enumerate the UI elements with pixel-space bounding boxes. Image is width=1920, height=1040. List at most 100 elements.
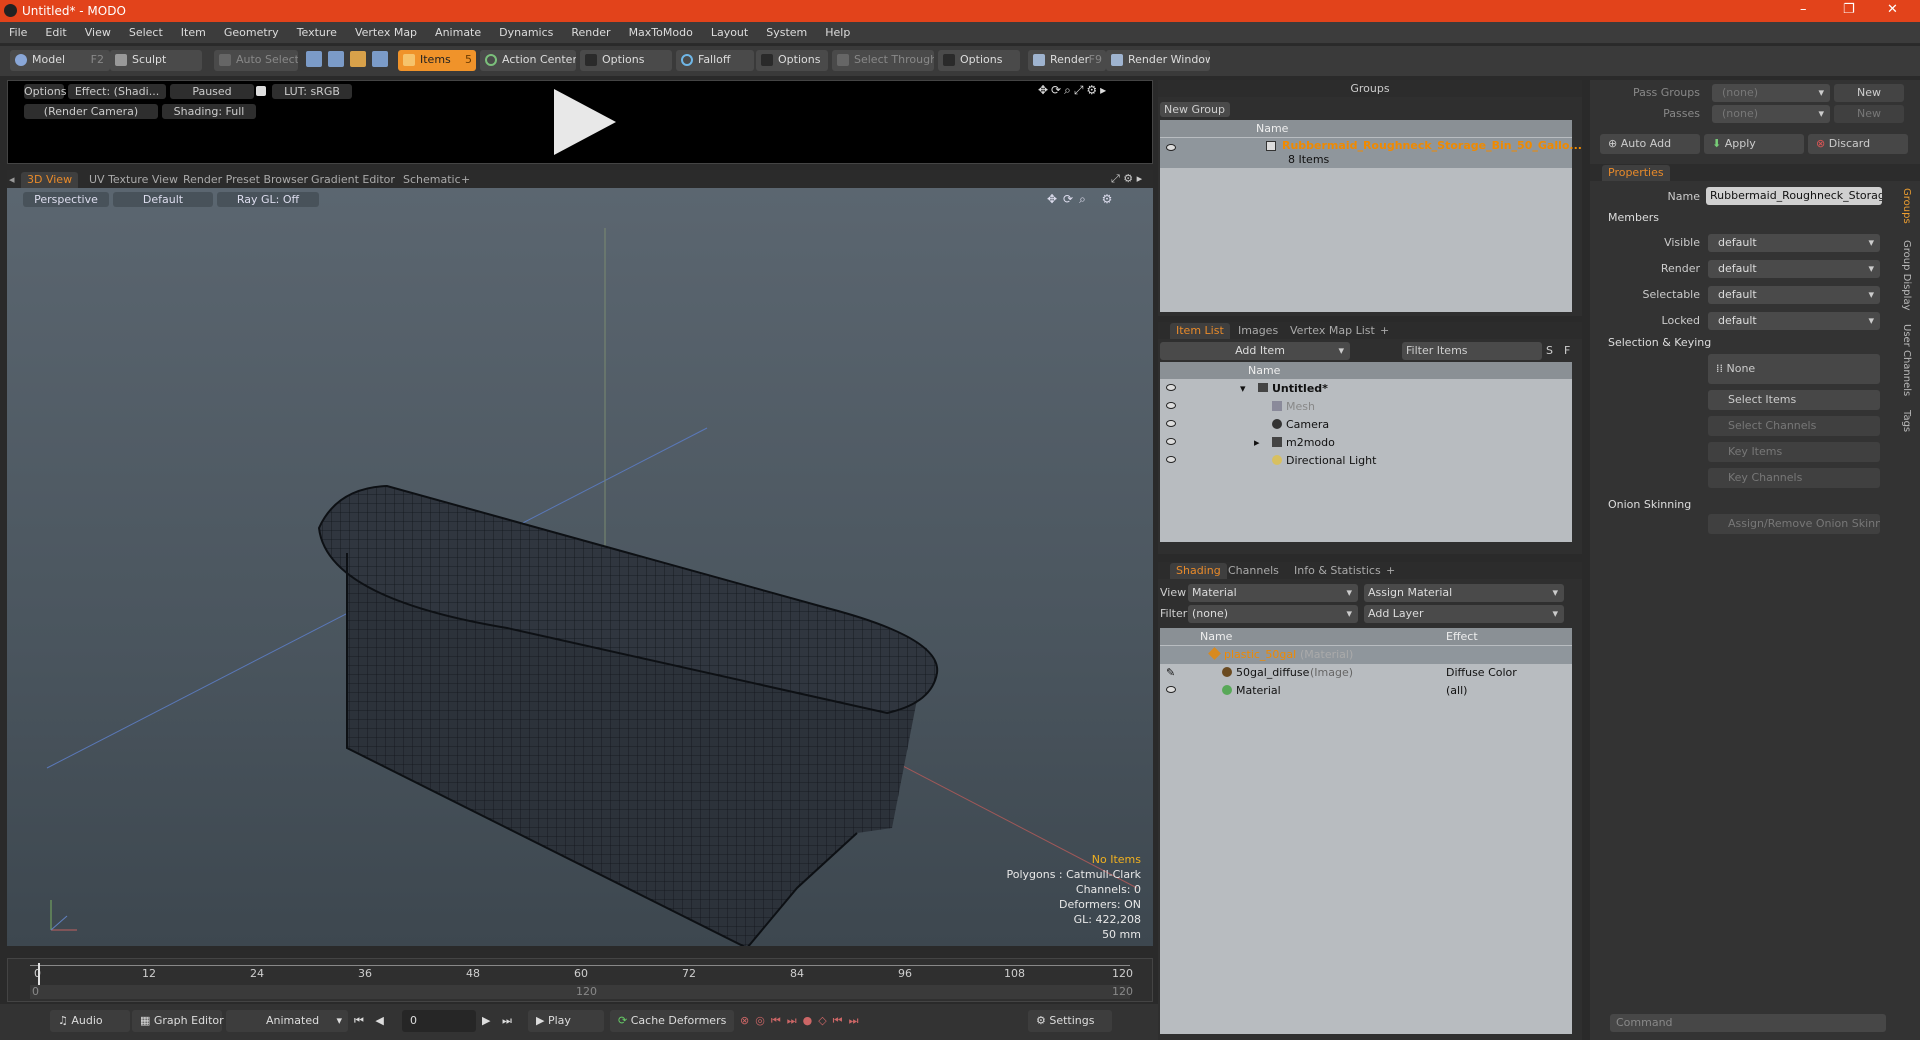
- visibility-icon[interactable]: [1166, 420, 1176, 427]
- item-tree[interactable]: Name ▾ Untitled* Mesh Camera ▸ m2modo Dire…: [1160, 362, 1572, 542]
- tab-uv-texture-view[interactable]: UV Texture View: [83, 172, 184, 188]
- select-items-button[interactable]: Select Items: [1708, 390, 1880, 410]
- side-tab-groups[interactable]: Groups: [1898, 188, 1912, 224]
- menu-select[interactable]: Select: [120, 22, 172, 44]
- item-row-group[interactable]: ▸ m2modo: [1160, 434, 1572, 452]
- 3d-viewport[interactable]: Perspective Default Ray GL: Off ✥⟳⌕ ⚙ No…: [7, 188, 1153, 946]
- key-items-button[interactable]: Key Items: [1708, 442, 1880, 462]
- polygons-mode-icon[interactable]: [350, 51, 366, 67]
- falloff-button[interactable]: Falloff: [676, 50, 754, 71]
- key-record-icons[interactable]: ⊗◎⏮⏭●◇⏮⏭: [740, 1014, 864, 1028]
- transport-next-icons[interactable]: ▶ ⏭: [482, 1014, 516, 1028]
- tab-images[interactable]: Images: [1232, 323, 1284, 339]
- group-row[interactable]: Rubbermaid_Roughneck_Storage_Bin_50_Gall…: [1160, 138, 1582, 168]
- add-tab-button[interactable]: +: [455, 172, 476, 188]
- audio-button[interactable]: ♫ Audio: [50, 1010, 130, 1032]
- item-row-mesh[interactable]: Mesh: [1160, 398, 1572, 416]
- locked-dropdown[interactable]: default: [1708, 312, 1880, 330]
- add-item-dropdown[interactable]: Add Item: [1160, 342, 1350, 360]
- effect-dropdown[interactable]: (all): [1446, 684, 1467, 697]
- new-group-button[interactable]: New Group: [1160, 102, 1230, 117]
- shader-row-material[interactable]: Material (all): [1160, 682, 1572, 700]
- filter-s-button[interactable]: S: [1546, 344, 1553, 357]
- tab-shading[interactable]: Shading: [1170, 563, 1227, 579]
- tab-info-statistics[interactable]: Info & Statistics: [1288, 563, 1387, 579]
- auto-select-button[interactable]: Auto Select: [214, 50, 298, 71]
- animated-dropdown[interactable]: Animated ▾: [226, 1010, 348, 1032]
- range-bar[interactable]: 0 120 120: [30, 985, 1133, 999]
- key-channels-button[interactable]: Key Channels: [1708, 468, 1880, 488]
- menu-view[interactable]: View: [76, 22, 120, 44]
- filter-dropdown[interactable]: (none): [1188, 605, 1358, 623]
- item-row-camera[interactable]: Camera: [1160, 416, 1572, 434]
- pass-groups-dropdown[interactable]: (none): [1712, 84, 1830, 102]
- frame-field[interactable]: 0: [402, 1010, 476, 1032]
- maximize-button[interactable]: ❐: [1843, 2, 1855, 17]
- side-tab-user-channels[interactable]: User Channels: [1898, 324, 1912, 396]
- new-pass-group-button[interactable]: New: [1834, 84, 1904, 102]
- item-row-scene[interactable]: ▾ Untitled*: [1160, 380, 1572, 398]
- side-tab-tags[interactable]: Tags: [1898, 410, 1912, 432]
- menu-help[interactable]: Help: [816, 22, 859, 44]
- menu-file[interactable]: File: [0, 22, 36, 44]
- selectable-dropdown[interactable]: default: [1708, 286, 1880, 304]
- expand-icon[interactable]: ⤢ ⚙ ▸: [1111, 172, 1142, 186]
- menu-texture[interactable]: Texture: [288, 22, 346, 44]
- sculpt-mode-button[interactable]: Sculpt: [110, 50, 202, 71]
- visibility-icon[interactable]: [1166, 686, 1176, 693]
- falloff-options-button[interactable]: Options: [756, 50, 828, 71]
- tab-item-list[interactable]: Item List: [1170, 323, 1230, 339]
- action-center-button[interactable]: Action Center: [480, 50, 576, 71]
- graph-editor-button[interactable]: ▦ Graph Editor: [132, 1010, 224, 1032]
- members-section[interactable]: Members: [1608, 211, 1659, 224]
- expand-arrow-icon[interactable]: ▸: [1254, 436, 1260, 449]
- visibility-icon[interactable]: [1166, 384, 1176, 391]
- timeline[interactable]: 0 12 24 36 48 60 72 84 96 108 120 0 120 …: [7, 958, 1153, 1002]
- menu-system[interactable]: System: [757, 22, 816, 44]
- name-field[interactable]: Rubbermaid_Roughneck_Storage_B: [1706, 187, 1882, 205]
- preview-options-button[interactable]: Options: [24, 84, 66, 99]
- play-icon[interactable]: [546, 85, 620, 159]
- menu-animate[interactable]: Animate: [426, 22, 490, 44]
- command-input[interactable]: Command: [1610, 1014, 1886, 1032]
- render-window-button[interactable]: Render Window: [1106, 50, 1210, 71]
- menu-item[interactable]: Item: [172, 22, 215, 44]
- preview-lut-dropdown[interactable]: LUT: sRGB: [272, 84, 352, 99]
- menu-maxtomodo[interactable]: MaxToModo: [620, 22, 702, 44]
- menu-edit[interactable]: Edit: [36, 22, 75, 44]
- menu-layout[interactable]: Layout: [702, 22, 757, 44]
- preview-shading-dropdown[interactable]: Shading: Full: [162, 104, 256, 119]
- materials-mode-icon[interactable]: [372, 51, 388, 67]
- preview-effect-dropdown[interactable]: Effect: (Shadi...: [68, 84, 166, 99]
- vertices-mode-icon[interactable]: [306, 51, 322, 67]
- visibility-icon[interactable]: [1166, 438, 1176, 445]
- selection-keying-section[interactable]: Selection & Keying: [1608, 336, 1711, 349]
- preview-camera-dropdown[interactable]: (Render Camera): [24, 104, 158, 119]
- assign-material-dropdown[interactable]: Assign Material: [1364, 584, 1564, 602]
- lock-icon[interactable]: [256, 86, 266, 96]
- discard-button[interactable]: ⊗ Discard: [1808, 134, 1908, 154]
- filter-f-button[interactable]: F: [1564, 344, 1570, 357]
- render-button[interactable]: Render F9: [1028, 50, 1106, 71]
- groups-list[interactable]: Name Rubbermaid_Roughneck_Storage_Bin_50…: [1160, 120, 1582, 312]
- tab-vertex-map-list[interactable]: Vertex Map List: [1284, 323, 1381, 339]
- tab-properties[interactable]: Properties: [1602, 165, 1670, 181]
- select-through-options-button[interactable]: Options: [938, 50, 1020, 71]
- filter-items-field[interactable]: Filter Items: [1402, 342, 1542, 360]
- render-dropdown[interactable]: default: [1708, 260, 1880, 278]
- item-row-light[interactable]: Directional Light: [1160, 452, 1572, 470]
- tab-render-preset-browser[interactable]: Render Preset Browser: [177, 172, 314, 188]
- tab-channels[interactable]: Channels: [1222, 563, 1285, 579]
- model-mode-button[interactable]: Model F2: [10, 50, 110, 71]
- tab-gradient-editor[interactable]: Gradient Editor: [305, 172, 401, 188]
- assign-onion-button[interactable]: Assign/Remove Onion Skinning: [1708, 514, 1880, 534]
- add-layer-dropdown[interactable]: Add Layer: [1364, 605, 1564, 623]
- visibility-icon[interactable]: [1166, 144, 1176, 151]
- effect-dropdown[interactable]: Diffuse Color: [1446, 666, 1517, 679]
- select-channels-button[interactable]: Select Channels: [1708, 416, 1880, 436]
- auto-add-button[interactable]: ⊕ Auto Add: [1600, 134, 1700, 154]
- shader-row-material-group[interactable]: plastic_50gal (Material): [1160, 646, 1572, 664]
- panel-menu-icon[interactable]: ◂: [9, 173, 15, 186]
- preview-paused-button[interactable]: Paused: [170, 84, 254, 99]
- play-button[interactable]: ▶ Play: [528, 1010, 604, 1032]
